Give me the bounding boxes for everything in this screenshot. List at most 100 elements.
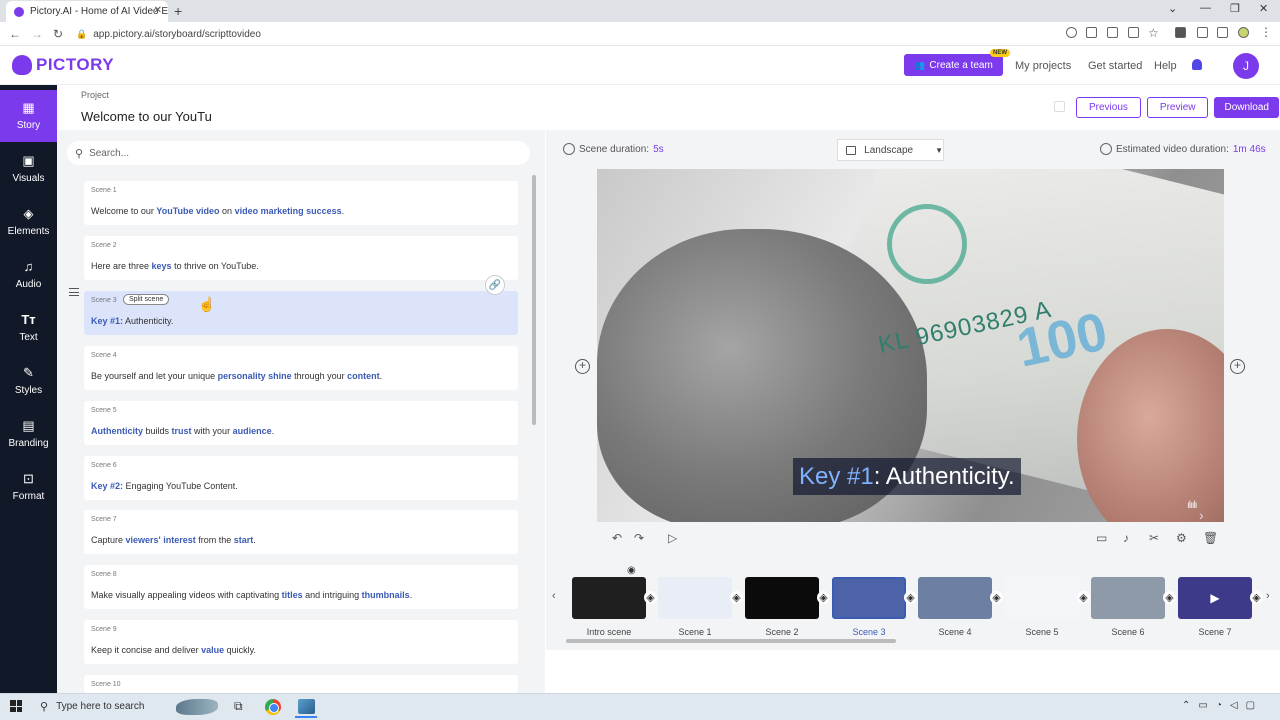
timeline-thumb-scene-3[interactable] bbox=[832, 577, 906, 619]
scene-card-8[interactable]: Scene 8 Make visually appealing videos w… bbox=[84, 565, 518, 609]
scene-card-7[interactable]: Scene 7 Capture viewers' interest from t… bbox=[84, 510, 518, 554]
timeline-thumb-intro[interactable] bbox=[572, 577, 646, 619]
install-icon[interactable] bbox=[1107, 27, 1118, 38]
minimize-icon[interactable]: — bbox=[1200, 2, 1211, 14]
delete-trash-icon[interactable]: 🗑 bbox=[1203, 531, 1218, 545]
scene-text[interactable]: Be yourself and let your unique personal… bbox=[91, 371, 382, 381]
scene-text[interactable]: Keep it concise and deliver value quickl… bbox=[91, 645, 256, 655]
subtitles-icon[interactable]: ▭ bbox=[1096, 531, 1107, 545]
search-input[interactable] bbox=[89, 147, 490, 159]
add-scene-before-icon[interactable]: + bbox=[575, 359, 590, 374]
preview-button[interactable]: Preview bbox=[1146, 97, 1209, 118]
scene-text[interactable]: Here are three keys to thrive on YouTube… bbox=[91, 261, 259, 271]
sidebar-item-audio[interactable]: ♫ Audio bbox=[0, 249, 57, 301]
orientation-dropdown[interactable]: Landscape ▼ bbox=[837, 139, 944, 161]
chrome-taskbar-icon[interactable] bbox=[265, 699, 281, 715]
layers-icon[interactable]: ◈ bbox=[1250, 591, 1263, 604]
key-icon[interactable] bbox=[1086, 27, 1097, 38]
script-scrollbar[interactable] bbox=[532, 175, 536, 425]
scene-text[interactable]: Capture viewers' interest from the start… bbox=[91, 535, 256, 545]
app-taskbar-icon[interactable] bbox=[298, 699, 315, 714]
side-panel-icon[interactable] bbox=[1217, 27, 1228, 38]
next-scene-arrow-icon[interactable]: › bbox=[1199, 507, 1204, 522]
create-team-button[interactable]: 👥 Create a team bbox=[904, 54, 1003, 76]
network-icon[interactable]: ◔ bbox=[1216, 700, 1222, 711]
project-title[interactable]: Welcome to our YouTu bbox=[81, 109, 212, 124]
tab-search-icon[interactable]: ⌄ bbox=[1168, 2, 1177, 15]
play-icon[interactable]: ▷ bbox=[668, 531, 677, 545]
sidebar-item-styles[interactable]: ✎ Styles bbox=[0, 355, 57, 407]
scene-card-6[interactable]: Scene 6 Key #2: Engaging YouTube Content… bbox=[84, 456, 518, 500]
avatar[interactable]: J bbox=[1233, 53, 1259, 79]
scissors-icon[interactable]: ✂ bbox=[1149, 531, 1159, 545]
scene-text[interactable]: Welcome to our YouTube video on video ma… bbox=[91, 206, 344, 216]
timeline-thumb-scene-5[interactable] bbox=[1005, 577, 1079, 619]
bookmark-star-icon[interactable]: ☆ bbox=[1148, 26, 1159, 40]
previous-button[interactable]: Previous bbox=[1076, 97, 1141, 118]
share-icon[interactable] bbox=[1128, 27, 1139, 38]
volume-icon[interactable]: ◁ bbox=[1230, 700, 1238, 711]
layers-icon[interactable]: ◈ bbox=[644, 591, 657, 604]
layers-icon[interactable]: ◈ bbox=[1077, 591, 1090, 604]
scene-text[interactable]: Authenticity builds trust with your audi… bbox=[91, 426, 274, 436]
scene-text[interactable]: Key #1: Authenticity. bbox=[91, 316, 173, 326]
scene-card-4[interactable]: Scene 4 Be yourself and let your unique … bbox=[84, 346, 518, 390]
tab-close-icon[interactable]: ✕ bbox=[154, 5, 162, 16]
help-link[interactable]: Help bbox=[1154, 60, 1177, 72]
video-preview[interactable]: KL 96903829 A 100 Key #1 : Authenticity.… bbox=[597, 169, 1224, 522]
scene-card-5[interactable]: Scene 5 Authenticity builds trust with y… bbox=[84, 401, 518, 445]
battery-icon[interactable]: ▭ bbox=[1198, 700, 1207, 711]
timeline-right-arrow-icon[interactable]: › bbox=[1266, 590, 1270, 602]
scene-card-2[interactable]: Scene 2 Here are three keys to thrive on… bbox=[84, 236, 518, 280]
mic-icon[interactable] bbox=[1066, 27, 1077, 38]
sidebar-item-branding[interactable]: ▤ Branding bbox=[0, 408, 57, 460]
notifications-icon[interactable]: ▢ bbox=[1246, 700, 1255, 711]
timeline-thumb-scene-4[interactable] bbox=[918, 577, 992, 619]
download-button[interactable]: Download bbox=[1214, 97, 1279, 118]
browser-tab[interactable]: Pictory.AI - Home of AI Video Ed ✕ bbox=[6, 1, 168, 22]
voice-mic-icon[interactable]: ♪ bbox=[1123, 531, 1129, 545]
sidebar-item-visuals[interactable]: ▣ Visuals bbox=[0, 143, 57, 195]
url-field[interactable]: 🔒 app.pictory.ai/storyboard/scripttovide… bbox=[76, 25, 976, 43]
browser-menu-icon[interactable]: ⋮ bbox=[1260, 25, 1272, 39]
new-tab-icon[interactable]: + bbox=[174, 3, 182, 19]
add-scene-after-icon[interactable]: + bbox=[1230, 359, 1245, 374]
maximize-icon[interactable]: ❐ bbox=[1230, 2, 1240, 15]
pictory-logo[interactable]: PICTORY bbox=[12, 55, 114, 75]
prev-scene-arrow-icon[interactable]: ‹ bbox=[611, 507, 616, 522]
layers-icon[interactable]: ◈ bbox=[817, 591, 830, 604]
back-icon[interactable]: ← bbox=[9, 27, 21, 41]
my-projects-link[interactable]: My projects bbox=[1015, 60, 1071, 72]
timeline-thumb-scene-1[interactable] bbox=[658, 577, 732, 619]
scene-text[interactable]: Make visually appealing videos with capt… bbox=[91, 590, 412, 600]
forward-icon[interactable]: → bbox=[31, 27, 43, 41]
settings-gear-icon[interactable]: ⚙ bbox=[1176, 531, 1187, 545]
timeline-left-arrow-icon[interactable]: ‹ bbox=[552, 590, 556, 602]
timeline-scrollbar[interactable] bbox=[566, 639, 896, 643]
timeline-thumb-scene-6[interactable] bbox=[1091, 577, 1165, 619]
scene-card-1[interactable]: Scene 1 Welcome to our YouTube video on … bbox=[84, 181, 518, 225]
layers-icon[interactable]: ◈ bbox=[990, 591, 1003, 604]
reload-icon[interactable]: ↻ bbox=[53, 27, 63, 41]
scene-card-10[interactable]: Scene 10 bbox=[84, 675, 518, 693]
redo-icon[interactable]: ↷ bbox=[634, 531, 644, 545]
timeline-thumb-scene-2[interactable] bbox=[745, 577, 819, 619]
drag-handle-icon[interactable] bbox=[69, 288, 79, 296]
get-started-link[interactable]: Get started bbox=[1088, 60, 1142, 72]
scene-duration-value[interactable]: 5s bbox=[653, 144, 664, 155]
notification-bell-icon[interactable] bbox=[1192, 59, 1202, 70]
layers-icon[interactable]: ◈ bbox=[730, 591, 743, 604]
search-box[interactable]: ⚲ bbox=[67, 141, 530, 165]
window-close-icon[interactable]: ✕ bbox=[1259, 2, 1268, 15]
sidebar-item-text[interactable]: Tт Text bbox=[0, 302, 57, 354]
link-scenes-icon[interactable]: 🔗 bbox=[485, 275, 505, 295]
undo-icon[interactable]: ↶ bbox=[612, 531, 622, 545]
extensions-icon[interactable] bbox=[1175, 27, 1186, 38]
profile-icon[interactable] bbox=[1238, 27, 1249, 38]
scene-text[interactable]: Key #2: Engaging YouTube Content. bbox=[91, 481, 238, 491]
caption-overlay[interactable]: Key #1 : Authenticity. bbox=[793, 458, 1021, 495]
timeline-thumb-scene-7[interactable]: ▶ bbox=[1178, 577, 1252, 619]
sidebar-item-format[interactable]: ⊡ Format bbox=[0, 461, 57, 513]
split-scene-button[interactable]: Split scene bbox=[123, 294, 170, 305]
sidebar-item-elements[interactable]: ◈ Elements bbox=[0, 196, 57, 248]
